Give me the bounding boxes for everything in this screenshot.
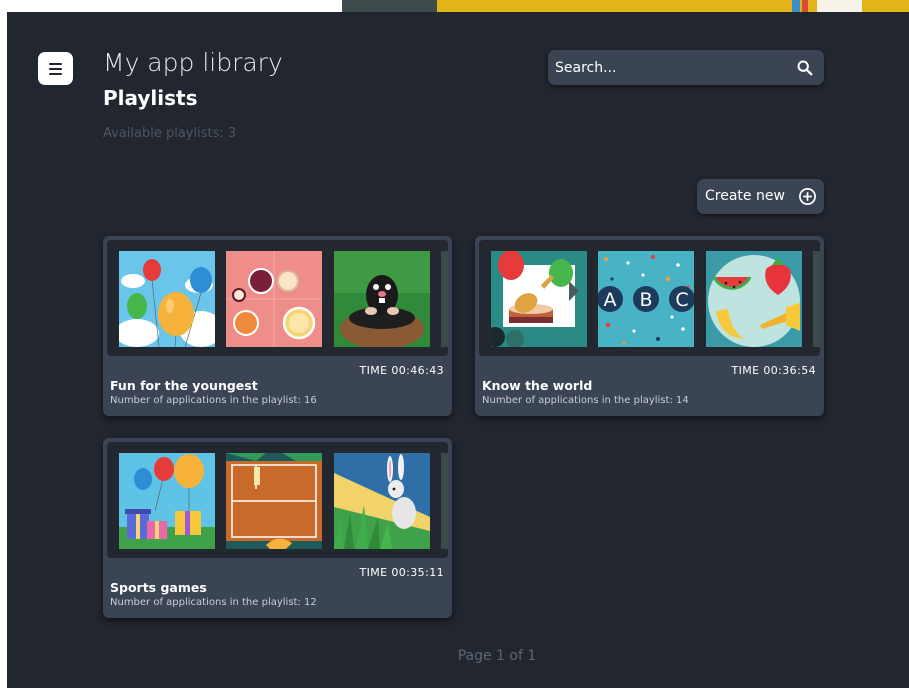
playlist-name: Fun for the youngest bbox=[110, 378, 258, 393]
playlist-card[interactable]: A B C TIME 00:36:54 Know the world Numbe… bbox=[475, 236, 824, 416]
thumbnail-partial bbox=[441, 251, 448, 347]
playlist-time: TIME 00:36:54 bbox=[731, 364, 816, 377]
svg-text:C: C bbox=[675, 289, 688, 311]
available-playlists-count: Available playlists: 3 bbox=[103, 126, 237, 141]
playlist-app-count: Number of applications in the playlist: … bbox=[110, 597, 317, 608]
thumbnail-rabbit-grass bbox=[334, 453, 430, 549]
thumbnail-guitar-cake bbox=[491, 251, 587, 347]
page-title: Playlists bbox=[103, 86, 198, 110]
playlist-time: TIME 00:35:11 bbox=[359, 566, 444, 579]
menu-button[interactable] bbox=[38, 52, 73, 85]
create-new-button[interactable]: Create new bbox=[697, 179, 824, 214]
thumbnail-strip bbox=[107, 240, 448, 356]
playlist-card[interactable]: TIME 00:46:43 Fun for the youngest Numbe… bbox=[103, 236, 452, 416]
playlist-app-count: Number of applications in the playlist: … bbox=[110, 395, 317, 406]
pagination-label: Page 1 of 1 bbox=[457, 648, 537, 664]
thumbnail-balloons bbox=[119, 251, 215, 347]
thumbnail-partial bbox=[813, 251, 820, 347]
search-input[interactable] bbox=[555, 50, 775, 85]
thumbnail-strip: A B C bbox=[479, 240, 820, 356]
search-icon[interactable] bbox=[796, 59, 814, 77]
plus-circle-icon bbox=[799, 188, 816, 205]
app-title: My app library bbox=[103, 48, 283, 77]
app-window: My app library Playlists Available playl… bbox=[7, 12, 909, 688]
create-new-label: Create new bbox=[705, 188, 785, 204]
playlist-card[interactable]: TIME 00:35:11 Sports games Number of app… bbox=[103, 438, 452, 618]
thumbnail-circle-puzzle bbox=[226, 251, 322, 347]
svg-text:B: B bbox=[639, 289, 652, 311]
thumbnail-gifts-balloons bbox=[119, 453, 215, 549]
background-image-strip bbox=[342, 0, 909, 12]
thumbnail-partial bbox=[441, 453, 448, 549]
search-box[interactable] bbox=[548, 50, 824, 85]
playlist-name: Know the world bbox=[482, 378, 593, 393]
playlist-time: TIME 00:46:43 bbox=[359, 364, 444, 377]
thumbnail-strip bbox=[107, 442, 448, 558]
playlist-app-count: Number of applications in the playlist: … bbox=[482, 395, 689, 406]
playlist-name: Sports games bbox=[110, 580, 207, 595]
thumbnail-abc-letters: A B C bbox=[598, 251, 694, 347]
thumbnail-fruits-trumpet bbox=[706, 251, 802, 347]
thumbnail-mole bbox=[334, 251, 430, 347]
svg-text:A: A bbox=[604, 289, 617, 311]
thumbnail-tennis-court bbox=[226, 453, 322, 549]
